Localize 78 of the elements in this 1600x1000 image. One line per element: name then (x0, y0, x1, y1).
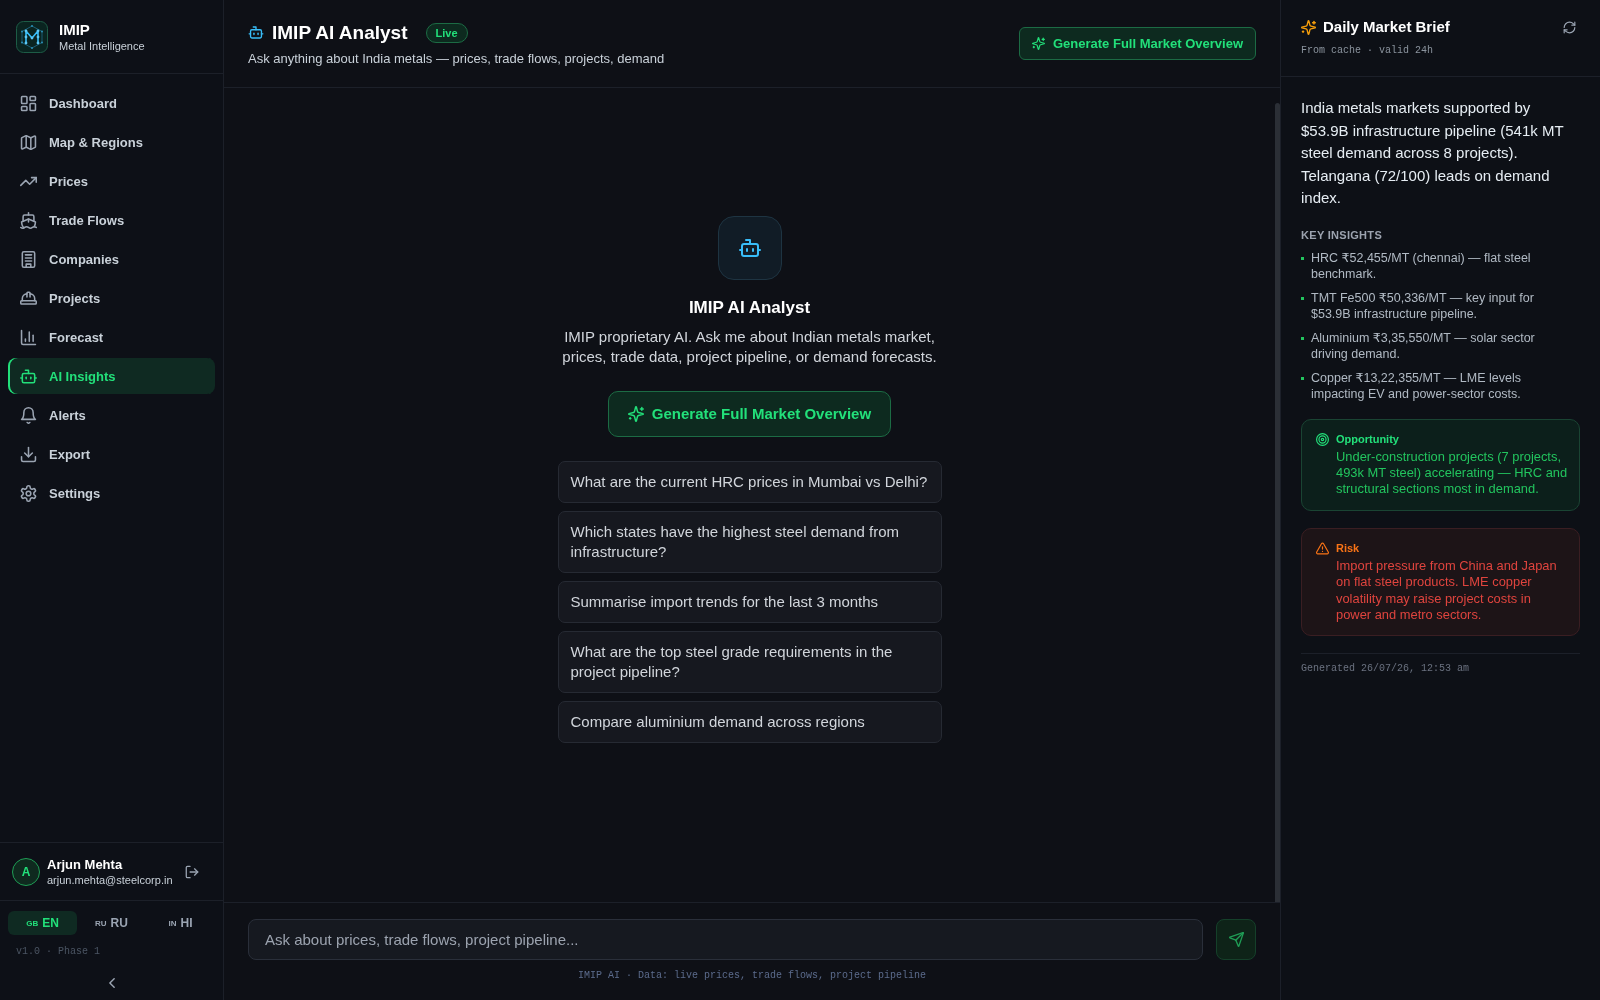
section-heading: KEY INSIGHTS (1301, 227, 1384, 242)
page-subtitle: Ask anything about India metals — prices, trade flows, projects, demand (248, 50, 665, 67)
bullet-icon (1301, 256, 1304, 260)
callout-text: Import pressure from China and Japan on flat steel products. LME copper volatility may raise project costs in power and metro sectors. (1336, 557, 1558, 624)
robot-icon (717, 215, 782, 280)
language-tab[interactable]: GB EN (8, 911, 77, 935)
warning-icon (1316, 541, 1329, 555)
hard-hat-icon (20, 289, 37, 307)
brand-name: IMIP (59, 20, 91, 39)
nav-item[interactable]: AI Insights (8, 358, 215, 394)
insight-text: Aluminium ₹3,35,550/MT — solar sector driving demand. (1311, 329, 1536, 362)
callout-title: Risk (1336, 540, 1361, 555)
refresh-button[interactable] (1563, 20, 1576, 34)
brand-tagline: Metal Intelligence (59, 38, 145, 53)
nav-item[interactable]: Forecast (8, 319, 215, 355)
chat-input[interactable]: Ask about prices, trade flows, project pipeline... (248, 919, 1203, 960)
insight-text: Copper ₹13,22,355/MT — LME levels impacting EV and power-sector costs. (1311, 369, 1522, 402)
page-title: IMIP AI Analyst (272, 20, 408, 45)
status-badge: Live (425, 22, 468, 43)
map-icon (20, 133, 37, 151)
collapse-button[interactable] (108, 978, 115, 988)
generated-timestamp: Generated 26/07/26, 12:53 am (1301, 653, 1580, 676)
panel-title: Daily Market Brief (1323, 18, 1451, 36)
nav-item[interactable]: Trade Flows (8, 202, 215, 238)
send-button[interactable] (1216, 919, 1256, 960)
insight-text: TMT Fe500 ₹50,336/MT — key input for $53.9B infrastructure pipeline. (1311, 289, 1535, 322)
brief-summary: India metals markets supported by $53.9B infrastructure pipeline (541k MT steel demand across 8 projects). Telangana (72/100) leads on demand index. (1301, 98, 1565, 208)
bullet-icon (1301, 296, 1304, 300)
refresh-icon (1563, 20, 1576, 34)
version-label: v1.0 · Phase 1 (15, 945, 101, 958)
bar-chart-icon (20, 328, 37, 346)
logout-button[interactable] (185, 865, 199, 879)
avatar: A (12, 858, 40, 886)
language-tab[interactable]: IN HI (146, 911, 215, 935)
bullet-icon (1301, 376, 1304, 380)
nav-item[interactable]: Dashboard (8, 85, 215, 121)
nav-item[interactable]: Companies (8, 241, 215, 277)
logout-icon (185, 865, 199, 879)
bullet-icon (1301, 336, 1304, 340)
chevron-left-icon (108, 978, 115, 988)
robot-icon (248, 25, 264, 40)
nav-item[interactable]: Map & Regions (8, 124, 215, 160)
footnote: IMIP AI · Data: live prices, trade flows, project pipeline (576, 970, 928, 982)
robot-icon (20, 367, 37, 385)
sparkle-icon (1031, 37, 1045, 50)
callout-text: Under-construction projects (7 projects, 493k MT steel) accelerating — HRC and structural sections most in demand. (1336, 448, 1568, 498)
building-icon (20, 250, 37, 268)
generate-overview-button[interactable]: Generate Full Market Overview (607, 390, 892, 437)
sparkle-icon (1301, 19, 1316, 35)
logo-icon (16, 20, 48, 53)
settings-icon (20, 484, 37, 502)
nav-item[interactable]: Export (8, 436, 215, 472)
bell-icon (20, 406, 37, 424)
nav-item[interactable]: Alerts (8, 397, 215, 433)
user-email: arjun.mehta@steelcorp.in (47, 873, 174, 887)
callout-title: Opportunity (1336, 431, 1400, 446)
welcome-description: IMIP proprietary AI. Ask me about Indian metals market, prices, trade data, project pipeline, or demand forecasts. (561, 326, 938, 367)
suggestion-button[interactable]: What are the current HRC prices in Mumbai vs Delhi? (557, 460, 942, 503)
sparkle-icon (627, 405, 644, 422)
scrollbar[interactable] (1275, 103, 1280, 902)
language-tab[interactable]: RU RU (77, 911, 146, 935)
nav-item[interactable]: Prices (8, 163, 215, 199)
insight-text: HRC ₹52,455/MT (chennai) — flat steel benchmark. (1311, 249, 1532, 282)
suggestion-button[interactable]: What are the top steel grade requirements in the project pipeline? (557, 630, 942, 693)
nav-item[interactable]: Settings (8, 475, 215, 511)
nav-item[interactable]: Projects (8, 280, 215, 316)
dashboard-icon (20, 94, 37, 112)
cache-status: From cache · valid 24h (1301, 45, 1435, 57)
suggestion-button[interactable]: Compare aluminium demand across regions (557, 700, 942, 743)
generate-overview-button[interactable]: Generate Full Market Overview (1018, 27, 1256, 60)
welcome-title: IMIP AI Analyst (688, 296, 811, 319)
send-icon (1228, 932, 1244, 947)
suggestion-button[interactable]: Summarise import trends for the last 3 months (557, 580, 942, 623)
suggestion-button[interactable]: Which states have the highest steel demand from infrastructure? (557, 510, 942, 573)
download-icon (20, 445, 37, 463)
user-name: Arjun Mehta (47, 857, 124, 873)
ship-icon (20, 211, 37, 229)
target-icon (1316, 432, 1329, 446)
